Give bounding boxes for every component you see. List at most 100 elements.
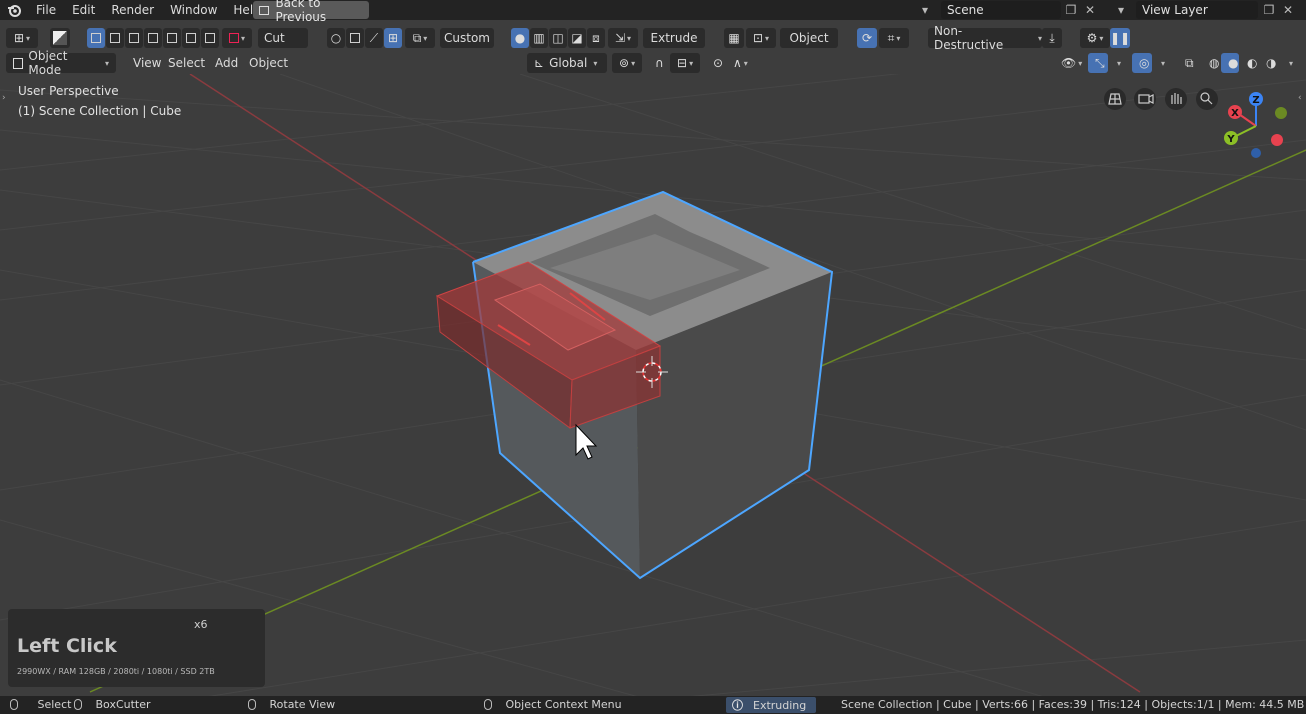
operation-mirror-icon[interactable]: ⧈	[587, 28, 605, 48]
shape-custom-icon[interactable]: ⊞	[384, 28, 402, 48]
sidebar-expand-arrow-icon[interactable]: ‹	[1298, 93, 1302, 103]
scene-name-field[interactable]: Scene	[941, 1, 1061, 19]
pan-hand-icon[interactable]	[1165, 88, 1187, 110]
shading-dropdown-icon[interactable]: ▾	[1280, 53, 1296, 73]
menu-select[interactable]: Select	[161, 53, 212, 73]
status-extruding-label: Extruding	[753, 698, 807, 712]
menu-edit[interactable]: Edit	[64, 0, 103, 20]
scene-close-icon[interactable]: ✕	[1082, 2, 1098, 18]
boxcutter-tool-icon[interactable]	[50, 28, 70, 48]
shape-box-icon[interactable]	[346, 28, 364, 48]
non-destructive-dropdown[interactable]: Non-Destructive ▾	[928, 24, 1042, 52]
menu-object[interactable]: Object	[242, 53, 295, 73]
select-mode-intersect-icon[interactable]	[163, 28, 181, 48]
system-specs: 2990WX / RAM 128GB / 2080ti / 1080ti / S…	[17, 667, 215, 676]
blender-logo-icon[interactable]	[0, 0, 28, 20]
target-options-dropdown[interactable]: ⊡ ▾	[746, 28, 776, 48]
object-mode-icon	[13, 57, 24, 69]
boolean-mode-dropdown[interactable]: ▾	[222, 28, 252, 48]
snap-toggle-icon[interactable]: ⟳	[857, 28, 877, 48]
falloff-dropdown[interactable]: ∧ ▾	[726, 53, 756, 73]
grid-snap-icon[interactable]: ▦	[724, 28, 744, 48]
navigation-gizmo[interactable]: Z X Y	[1224, 92, 1287, 158]
gizmo-dropdown-icon[interactable]: ▾	[1108, 53, 1124, 73]
keystroke-overlay-panel: x6 Left Click 2990WX / RAM 128GB / 2080t…	[8, 609, 265, 687]
operation-bevel-icon[interactable]: ◫	[549, 28, 567, 48]
operation-options-dropdown[interactable]: ⇲ ▾	[608, 28, 638, 48]
gizmo-z-label: Z	[1252, 95, 1259, 106]
status-context-hint: Object Context Menu	[484, 696, 622, 714]
view-perspective-label: User Perspective	[18, 84, 119, 98]
operation-array-icon[interactable]: ▥	[530, 28, 548, 48]
view-layer-copy-icon[interactable]: ❐	[1260, 2, 1278, 18]
status-rotate-hint: Rotate View	[248, 696, 335, 714]
pause-icon[interactable]: ❚❚	[1110, 28, 1130, 48]
orientation-label: Global	[549, 56, 588, 70]
cut-mode-field[interactable]: Cut	[258, 28, 308, 48]
select-mode-extend-icon[interactable]	[106, 28, 124, 48]
operation-extrude-field[interactable]: Extrude	[643, 28, 705, 48]
gizmo-toggle-icon[interactable]: ⤡	[1088, 53, 1108, 73]
click-count: x6	[194, 618, 208, 631]
gizmo-neg-x-icon[interactable]	[1271, 134, 1283, 146]
xray-toggle-icon[interactable]: ⧉	[1178, 53, 1196, 73]
object-mode-label: Object Mode	[28, 49, 68, 77]
toolbar-expand-arrow-icon[interactable]: ›	[2, 93, 6, 103]
status-rotate-label: Rotate View	[269, 698, 336, 711]
back-to-previous-label: Back to Previous	[275, 0, 327, 24]
zoom-icon[interactable]	[1196, 88, 1218, 110]
status-select-label: Select	[37, 698, 72, 711]
gizmo-neg-y-icon[interactable]	[1275, 107, 1287, 119]
view-layer-close-icon[interactable]: ✕	[1280, 2, 1296, 18]
select-mode-subtract-icon[interactable]	[125, 28, 143, 48]
3d-viewport[interactable]: Z X Y › ‹ User Perspective (1) Scene Col…	[0, 74, 1306, 696]
transform-orientation-dropdown[interactable]: ⊾ Global ▾	[527, 53, 607, 73]
select-mode-new-icon[interactable]	[87, 28, 105, 48]
shading-rendered-icon[interactable]: ◑	[1259, 53, 1277, 73]
proportional-edit-icon[interactable]: ⊙	[706, 53, 724, 73]
overlay-dropdown-icon[interactable]: ▾	[1152, 53, 1168, 73]
gizmo-y-label: Y	[1226, 134, 1235, 145]
status-bar: Select BoxCutter Rotate View Object Cont…	[0, 696, 1306, 714]
select-mode-invert-icon[interactable]	[144, 28, 162, 48]
tool-grid-icon: ⊞	[13, 31, 25, 45]
object-mode-dropdown[interactable]: Object Mode ▾	[6, 49, 116, 77]
shading-wireframe-icon[interactable]: ◍	[1202, 53, 1220, 73]
keystroke-label: Left Click	[17, 635, 117, 657]
target-object-field[interactable]: Object	[780, 28, 838, 48]
select-mode-box-icon[interactable]	[201, 28, 219, 48]
menu-window[interactable]: Window	[162, 0, 225, 20]
operation-make-icon[interactable]: ●	[511, 28, 529, 48]
scene-browse-icon[interactable]: ▾	[912, 2, 938, 18]
shape-ngon-icon[interactable]: ⟋	[365, 28, 383, 48]
tool-settings-header: ⊞ ▾ ▾ Cut ○ ⟋ ⊞ ⧉ ▾ Custom ● ▥ ◫ ◪ ⧈ ⇲ ▾ Ex…	[0, 24, 1306, 52]
select-mode-difference-icon[interactable]	[182, 28, 200, 48]
orientation-icon: ⊾	[534, 56, 545, 70]
back-to-previous-button[interactable]: Back to Previous	[253, 0, 369, 24]
view-layer-browse-icon[interactable]: ▾	[1108, 2, 1134, 18]
shape-options-dropdown[interactable]: ⧉ ▾	[405, 28, 435, 48]
shading-material-icon[interactable]: ◐	[1240, 53, 1258, 73]
menu-file[interactable]: File	[28, 0, 64, 20]
viewport-header: Object Mode ▾ View Select Add Object ⊾ Gl…	[0, 49, 1306, 77]
shading-solid-icon[interactable]: ●	[1221, 53, 1239, 73]
tool-icon-dropdown[interactable]: ⊞ ▾	[6, 28, 38, 48]
viewport-scene[interactable]: Z X Y › ‹	[0, 74, 1306, 696]
overlay-toggle-icon[interactable]: ◎	[1132, 53, 1152, 73]
apply-download-icon[interactable]: ⤓	[1042, 28, 1062, 48]
gizmo-neg-z-icon[interactable]	[1251, 148, 1261, 158]
gizmo-x-label: X	[1231, 108, 1239, 119]
shape-circle-icon[interactable]: ○	[327, 28, 345, 48]
snap-target-dropdown[interactable]: ⊟ ▾	[670, 53, 700, 73]
view-layer-name-field[interactable]: View Layer	[1136, 1, 1258, 19]
operation-solidify-icon[interactable]: ◪	[568, 28, 586, 48]
shape-custom-field[interactable]: Custom	[440, 28, 494, 48]
menu-render[interactable]: Render	[103, 0, 162, 20]
snap-magnet-icon[interactable]: ∩	[648, 53, 668, 73]
scene-copy-icon[interactable]: ❐	[1062, 2, 1080, 18]
menu-add[interactable]: Add	[208, 53, 245, 73]
visibility-eye-icon[interactable]: 👁 ▾	[1054, 53, 1082, 73]
snap-options-dropdown[interactable]: ⌗ ▾	[879, 28, 909, 48]
settings-gear-icon[interactable]: ⚙ ▾	[1080, 28, 1110, 48]
pivot-point-dropdown[interactable]: ⊚ ▾	[612, 53, 642, 73]
